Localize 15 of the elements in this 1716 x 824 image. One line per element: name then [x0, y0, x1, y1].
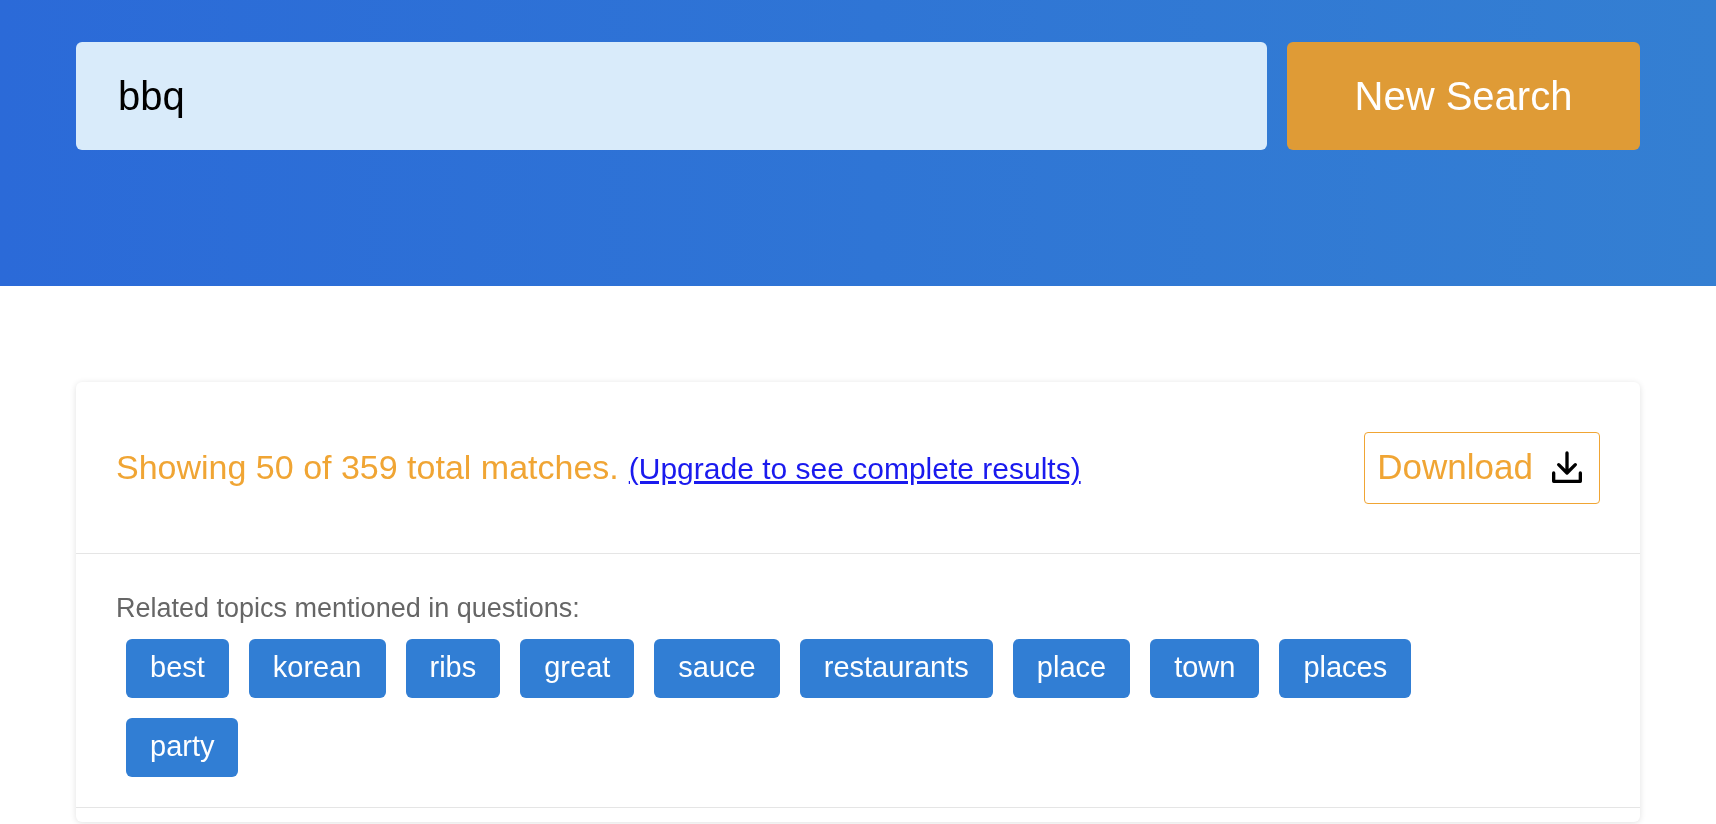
topic-tag[interactable]: sauce [654, 638, 780, 698]
topic-tag[interactable]: ribs [405, 638, 501, 698]
topic-tag[interactable]: great [520, 638, 635, 698]
results-summary: Showing 50 of 359 total matches. [116, 447, 619, 488]
upgrade-link[interactable]: (Upgrade to see complete results) [628, 446, 1081, 491]
topic-tag[interactable]: best [126, 638, 229, 698]
topic-tag[interactable]: places [1279, 638, 1412, 698]
topic-tag[interactable]: party [126, 717, 239, 777]
new-search-button[interactable]: New Search [1286, 42, 1640, 150]
topic-tag[interactable]: town [1150, 638, 1260, 698]
topic-tag[interactable]: korean [248, 638, 386, 698]
search-field[interactable]: bbq [76, 42, 1267, 150]
topic-tag[interactable]: restaurants [799, 638, 993, 698]
related-topics-label: Related topics mentioned in questions: [116, 592, 581, 625]
topic-tag[interactable]: place [1012, 638, 1131, 698]
